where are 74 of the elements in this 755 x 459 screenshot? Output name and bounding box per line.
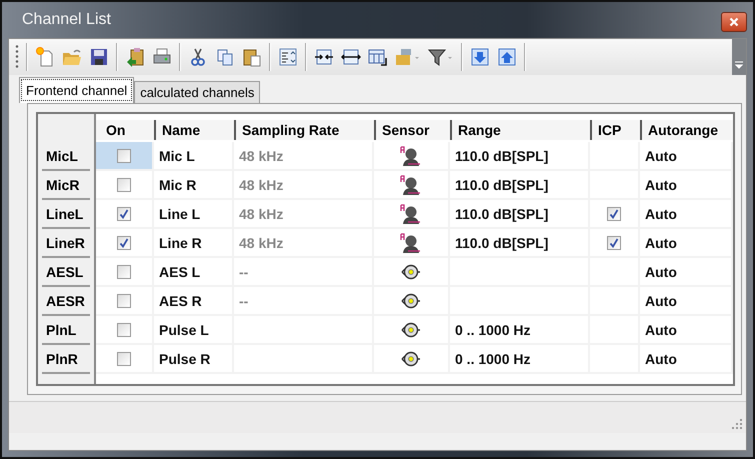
table-cell: Line L <box>159 206 200 222</box>
move-down-icon[interactable] <box>470 47 490 67</box>
column-header[interactable]: Sampling Rate <box>234 120 374 140</box>
filter-icon[interactable] <box>428 47 454 67</box>
table-cell: Auto <box>645 350 677 366</box>
checkbox[interactable] <box>117 352 131 366</box>
list-icon[interactable] <box>278 47 298 67</box>
table-cell: Auto <box>645 292 677 308</box>
table-cell: Pulse R <box>159 350 210 366</box>
checkbox[interactable] <box>117 236 131 250</box>
sensor-icon <box>400 144 422 166</box>
table-cell: 0 .. 1000 Hz <box>455 322 530 338</box>
table-cell: AES L <box>159 264 200 280</box>
table-cell: -- <box>239 264 248 280</box>
expand-columns-icon[interactable] <box>341 47 361 67</box>
collapse-columns-icon[interactable] <box>314 47 334 67</box>
column-header[interactable]: ICP <box>590 120 640 140</box>
column-header[interactable]: Name <box>154 120 234 140</box>
window-title: Channel List <box>21 11 111 29</box>
table-cell: -- <box>239 292 248 308</box>
table-cell: 110.0 dB[SPL] <box>455 234 548 250</box>
table-cell: 110.0 dB[SPL] <box>455 176 548 192</box>
checkbox[interactable] <box>117 206 131 220</box>
sensor-icon <box>400 174 422 196</box>
table-cell: 110.0 dB[SPL] <box>455 148 548 164</box>
table-cell: 48 kHz <box>239 176 284 192</box>
checkbox[interactable] <box>117 294 131 308</box>
connector-icon <box>401 320 421 338</box>
table-cell: AES R <box>159 292 202 308</box>
column-header[interactable]: Autorange <box>640 120 733 140</box>
table-cell: Mic R <box>159 176 196 192</box>
toolbar-overflow-button[interactable] <box>732 39 746 75</box>
table-cell: 48 kHz <box>239 148 284 164</box>
checkbox[interactable] <box>117 264 131 278</box>
column-header[interactable]: Sensor <box>374 120 450 140</box>
table-cell: 48 kHz <box>239 206 284 222</box>
table-cell: Pulse L <box>159 322 209 338</box>
table-cell: Auto <box>645 264 677 280</box>
table-cell: Auto <box>645 206 677 222</box>
tab[interactable]: calculated channels <box>134 81 260 103</box>
copy-icon[interactable] <box>215 47 235 67</box>
paste-icon[interactable] <box>242 47 262 67</box>
table-cell: 110.0 dB[SPL] <box>455 206 548 222</box>
move-up-icon[interactable] <box>497 47 517 67</box>
connector-icon <box>401 292 421 310</box>
new-file-icon[interactable] <box>35 47 55 67</box>
table-cell: Auto <box>645 176 677 192</box>
checkbox[interactable] <box>117 322 131 336</box>
caret-icon <box>735 61 743 69</box>
cut-icon[interactable] <box>188 47 208 67</box>
table-cell: Auto <box>645 234 677 250</box>
table-cell: 48 kHz <box>239 234 284 250</box>
connector-icon <box>401 262 421 280</box>
checkbox[interactable] <box>117 148 131 162</box>
tab[interactable]: Frontend channel <box>19 77 134 103</box>
sensor-icon <box>400 232 422 254</box>
table-cell: Auto <box>645 322 677 338</box>
sensor-icon <box>400 202 422 224</box>
resize-grip-icon[interactable] <box>731 418 743 430</box>
checkbox[interactable] <box>117 178 131 192</box>
connector-icon <box>401 350 421 368</box>
checkbox[interactable] <box>607 206 621 220</box>
table-icon[interactable] <box>368 47 388 67</box>
checkbox[interactable] <box>607 236 621 250</box>
column-header[interactable]: Range <box>450 120 590 140</box>
close-button[interactable] <box>721 12 747 32</box>
column-header[interactable]: On <box>96 120 154 140</box>
close-icon <box>729 17 739 27</box>
save-icon[interactable] <box>89 47 109 67</box>
table-cell: Line R <box>159 234 202 250</box>
clipboard-icon[interactable] <box>125 47 145 67</box>
table-cell: Mic L <box>159 148 195 164</box>
table-cell: 0 .. 1000 Hz <box>455 350 530 366</box>
table-cell: Auto <box>645 148 677 164</box>
